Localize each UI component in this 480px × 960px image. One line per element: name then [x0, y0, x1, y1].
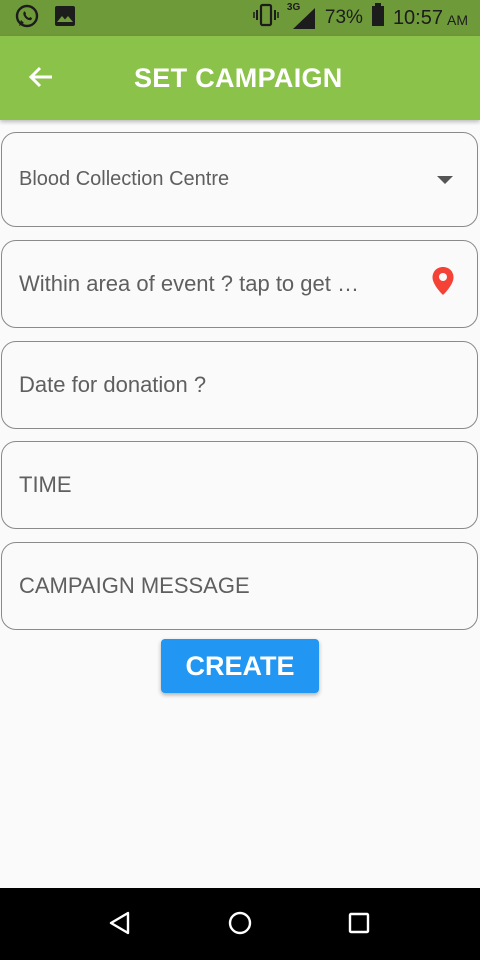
campaign-message-field[interactable]: CAMPAIGN MESSAGE: [1, 542, 478, 630]
status-left-icons: [14, 3, 76, 34]
clock-ampm: AM: [447, 11, 468, 28]
battery-icon: [371, 3, 385, 33]
vibrate-icon: [253, 3, 279, 33]
create-button[interactable]: CREATE: [161, 639, 319, 693]
home-circle-icon[interactable]: [227, 910, 253, 941]
whatsapp-icon: [14, 3, 40, 34]
page-title: SET CAMPAIGN: [134, 63, 343, 93]
event-area-field[interactable]: Within area of event ? tap to get …: [1, 240, 478, 328]
app-bar: SET CAMPAIGN: [0, 36, 480, 120]
arrow-back-icon: [28, 65, 54, 94]
select-value: Blood Collection Centre: [19, 168, 230, 190]
battery-percent: 73%: [324, 7, 363, 28]
campaign-message-placeholder: CAMPAIGN MESSAGE: [19, 573, 250, 598]
status-right-icons: 3G 73% 10:57 AM: [253, 2, 468, 33]
back-triangle-icon[interactable]: [108, 910, 132, 941]
time-placeholder: TIME: [19, 472, 72, 497]
recents-square-icon[interactable]: [347, 910, 371, 941]
dropdown-caret-icon: [437, 175, 453, 184]
location-pin-icon[interactable]: [431, 266, 455, 302]
back-button[interactable]: [24, 62, 58, 96]
gallery-icon: [54, 5, 76, 32]
blood-collection-centre-select[interactable]: Blood Collection Centre: [1, 132, 478, 227]
event-area-placeholder: Within area of event ? tap to get …: [19, 271, 359, 296]
navigation-bar: [0, 888, 480, 960]
signal-icon: 3G: [287, 2, 317, 31]
donation-date-placeholder: Date for donation ?: [19, 372, 207, 397]
donation-date-field[interactable]: Date for donation ?: [1, 341, 478, 429]
time-field[interactable]: TIME: [1, 441, 478, 529]
clock-time: 10:57: [392, 6, 443, 29]
status-bar: 3G 73% 10:57 AM: [0, 0, 480, 36]
